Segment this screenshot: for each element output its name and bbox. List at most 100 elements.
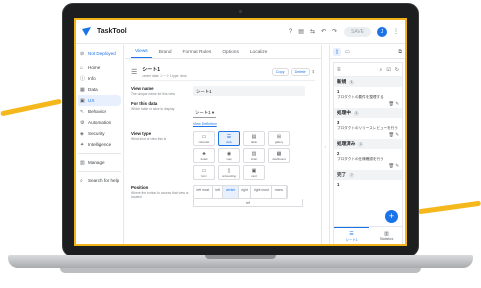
edit-icon[interactable]: ✎	[395, 163, 399, 168]
deck-icon: ☰	[131, 68, 138, 76]
position-ref[interactable]: ref	[193, 199, 303, 207]
camera	[239, 10, 242, 13]
card-number: 2	[337, 151, 340, 156]
add-button[interactable]: +	[385, 210, 398, 223]
sidebar-item-intelligence[interactable]: ✦ Intelligence	[78, 139, 121, 150]
intelligence-icon: ✦	[80, 141, 85, 148]
save-button[interactable]: SAVE	[344, 26, 371, 37]
position-right-most[interactable]: right most	[251, 186, 273, 198]
delete-icon[interactable]: 🗑	[389, 132, 395, 137]
undo-icon[interactable]: ↶	[321, 28, 326, 35]
view-header-text: シート1 center data: シート1 type: deck	[142, 66, 186, 78]
tab-options[interactable]: Options	[218, 50, 243, 58]
view-type-calendar[interactable]: ▭ calendar	[193, 131, 215, 146]
list-item[interactable]: 1	[334, 180, 402, 188]
avatar[interactable]: J	[377, 26, 387, 37]
copy-button[interactable]: Copy	[271, 67, 289, 76]
sidebar-divider	[78, 171, 121, 172]
view-type-gallery[interactable]: ⊞ gallery	[268, 131, 290, 146]
tablet-icon[interactable]: ▭	[345, 49, 350, 55]
position-left-most[interactable]: left most	[194, 186, 213, 198]
sidebar-item-info[interactable]: ⓘ Info	[78, 73, 121, 84]
group-header[interactable]: 新規 1	[334, 77, 402, 87]
tab-format-rules[interactable]: Format Rules	[179, 50, 216, 58]
view-name-help: The unique name for this view	[131, 92, 175, 96]
view-type-onboarding[interactable]: ▯ onboarding	[218, 165, 240, 180]
tab-brand[interactable]: Brand	[155, 50, 176, 58]
share-icon[interactable]: ⇆	[310, 28, 315, 35]
list-item[interactable]: 1 プロダクトの要件を整理する 🗑 ✎	[334, 87, 402, 108]
card-title: プロダクトのリリースレビューを行う	[337, 126, 398, 130]
edit-icon[interactable]: ✎	[395, 101, 399, 106]
for-this-data-title: For this data	[131, 101, 158, 106]
view-type-deck[interactable]: ☰ deck	[218, 131, 240, 146]
view-type-chart[interactable]: ▥ chart	[243, 148, 265, 163]
view-type-detail[interactable]: ♣ detail	[193, 148, 215, 163]
preview-panel: ▯ ▭ ⧉ ≡ ⌕ ☑ ↻ 新規 1 1 プロダクトの要件を整理する 🗑 ✎ 処理…	[329, 45, 405, 244]
edit-icon[interactable]: ✎	[395, 132, 399, 137]
collapse-preview-icon[interactable]: ›	[321, 45, 329, 244]
search-icon[interactable]: ⌕	[380, 67, 383, 73]
app-screen: TaskTool ? ▤ ⇆ ↶ ↷ SAVE J ⋮ ⊘ Not Deploye…	[74, 18, 407, 246]
list-item[interactable]: 2 プロダクトの仕様確認を行う 🗑 ✎	[334, 149, 402, 170]
laptop-scene: TaskTool ? ▤ ⇆ ↶ ↷ SAVE J ⋮ ⊘ Not Deploye…	[0, 0, 481, 288]
delete-icon[interactable]: 🗑	[389, 163, 395, 168]
view-type-form[interactable]: ▭ form	[193, 165, 215, 180]
delete-icon[interactable]: 🗑	[389, 101, 395, 106]
highlight-stroke-left	[0, 98, 62, 117]
help-search-label: Search for help	[88, 178, 120, 183]
sidebar-item-behavior[interactable]: ↖ Behavior	[78, 106, 121, 117]
position-right[interactable]: right	[239, 186, 252, 198]
list-item[interactable]: 3 プロダクトのリリースレビューを行う 🗑 ✎	[334, 118, 402, 139]
sidebar: ⊘ Not Deployed ⌂ Home ⓘ Info ▦ Data ▣ UX ↖ Beh…	[76, 45, 124, 244]
group-header[interactable]: 完了?	[334, 170, 402, 180]
sidebar-item-label: UX	[88, 98, 95, 103]
refresh-icon[interactable]: ↻	[395, 67, 399, 73]
view-type-map[interactable]: ◉ map	[218, 148, 240, 163]
select-icon[interactable]: ☑	[386, 67, 390, 73]
open-in-new-icon[interactable]: ⧉	[398, 49, 402, 55]
security-icon: ◈	[80, 130, 84, 137]
view-header[interactable]: ☰ シート1 center data: シート1 type: deck Copy…	[131, 63, 315, 81]
view-type-table[interactable]: ▤ table	[243, 131, 265, 146]
tab-views[interactable]: Views	[131, 49, 152, 58]
nav-item-sheet1[interactable]: ☰ シート1	[334, 227, 369, 244]
sidebar-item-automation[interactable]: ⚙ Automation	[78, 117, 121, 128]
menu-icon[interactable]: ≡	[337, 67, 341, 73]
position-center[interactable]: center	[223, 186, 239, 198]
sidebar-item-ux[interactable]: ▣ UX	[78, 95, 121, 106]
delete-button[interactable]: Delete	[290, 67, 310, 76]
group-header[interactable]: 処理済み 1	[334, 139, 402, 149]
position-selector: left most left center right right most m…	[193, 185, 288, 199]
preview-toolbar: ▯ ▭ ⧉	[330, 45, 405, 59]
view-definition-link[interactable]: View Definition	[193, 122, 217, 126]
data-select[interactable]: シート1 ▾	[193, 109, 217, 118]
phone-icon[interactable]: ▯	[333, 47, 341, 56]
card-actions: 🗑 ✎	[337, 101, 400, 107]
sidebar-item-data[interactable]: ▦ Data	[78, 84, 121, 95]
sidebar-item-security[interactable]: ◈ Security	[78, 128, 121, 139]
help-search[interactable]: ⌕ Search for help	[78, 175, 121, 186]
reorder-icon[interactable]: ⇕	[312, 69, 315, 74]
view-name-row: View name The unique name for this view シ…	[131, 86, 315, 96]
sidebar-item-manage[interactable]: ▥ Manage	[78, 157, 121, 168]
redo-icon[interactable]: ↷	[332, 28, 337, 35]
position-row: Position Where the button to access that …	[131, 185, 315, 199]
sidebar-item-home[interactable]: ⌂ Home	[78, 62, 121, 73]
position-menu[interactable]: menu	[272, 186, 287, 198]
sidebar-item-label: Home	[88, 65, 101, 70]
more-vert-icon[interactable]: ⋮	[393, 28, 399, 35]
tab-localize[interactable]: Localize	[246, 50, 272, 58]
help-icon[interactable]: ?	[289, 29, 292, 35]
view-type-dashboard[interactable]: ▦ dashboard	[268, 148, 290, 163]
nav-item-statistics[interactable]: ▥ Statistics	[369, 227, 402, 244]
docs-icon[interactable]: ▤	[298, 28, 304, 35]
view-name-input[interactable]: シート1	[193, 86, 305, 96]
position-help: Where the button to access that view is …	[131, 191, 189, 199]
group-header[interactable]: 処理中 1	[334, 108, 402, 118]
position-left[interactable]: left	[213, 186, 224, 198]
view-type-card[interactable]: ▣ card	[243, 165, 265, 180]
bottom-nav: ☰ シート1 ▥ Statistics	[334, 226, 402, 244]
deploy-status[interactable]: ⊘ Not Deployed	[78, 48, 121, 59]
highlight-stroke-right	[417, 200, 481, 215]
